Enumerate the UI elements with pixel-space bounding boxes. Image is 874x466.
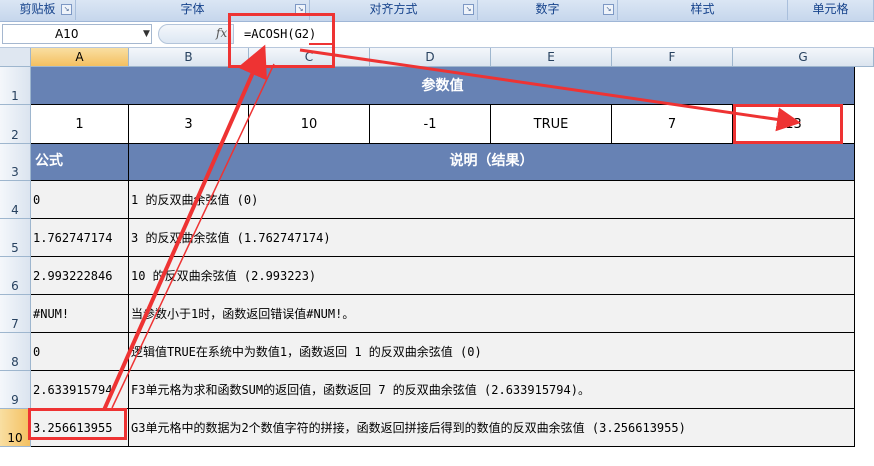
- chevron-down-icon[interactable]: ▼: [143, 29, 150, 39]
- column-header-a[interactable]: A: [31, 48, 129, 67]
- select-all-corner[interactable]: [0, 48, 31, 67]
- result-cell-a9[interactable]: 2.633915794: [31, 371, 129, 409]
- dialog-launcher-icon[interactable]: ↘: [463, 4, 474, 15]
- formula-highlight-box: [228, 13, 335, 68]
- row-header-9[interactable]: 9: [0, 371, 31, 409]
- row-header-3[interactable]: 3: [0, 144, 31, 181]
- result-cell-a5[interactable]: 1.762747174: [31, 219, 129, 257]
- ribbon-group-clipboard[interactable]: 剪贴板 ↘: [0, 0, 76, 20]
- ribbon-group-label: 样式: [690, 2, 715, 16]
- desc-cell-b9[interactable]: F3单元格为求和函数SUM的返回值，函数返回 7 的反双曲余弦值 (2.6339…: [129, 371, 855, 409]
- params-title-cell[interactable]: 参数值: [31, 67, 855, 105]
- ribbon-group-styles[interactable]: 样式: [618, 0, 788, 20]
- row-header-10[interactable]: 10: [0, 409, 31, 447]
- param-cell-f2[interactable]: 7: [612, 105, 733, 144]
- param-cell-c2[interactable]: 10: [249, 105, 370, 144]
- param-cell-a2[interactable]: 1: [31, 105, 129, 144]
- params-title: 参数值: [421, 78, 464, 94]
- ribbon-group-alignment[interactable]: 对齐方式 ↘: [310, 0, 478, 20]
- name-box[interactable]: A10: [2, 24, 152, 44]
- dialog-launcher-icon[interactable]: ↘: [61, 4, 72, 15]
- desc-cell-b10[interactable]: G3单元格中的数据为2个数值字符的拼接，函数返回拼接后得到的数值的反双曲余弦值 …: [129, 409, 855, 447]
- header-desc-cell[interactable]: 说明（结果）: [129, 144, 855, 181]
- ribbon: 剪贴板 ↘ 字体 ↘ 对齐方式 ↘ 数字 ↘ 样式 单元格: [0, 0, 874, 22]
- desc-cell-b6[interactable]: 10 的反双曲余弦值 (2.993223): [129, 257, 855, 295]
- row-header-7[interactable]: 7: [0, 295, 31, 333]
- ribbon-group-label: 单元格: [812, 2, 849, 16]
- header-formula-cell[interactable]: 公式: [31, 144, 129, 181]
- ribbon-group-label: 数字: [535, 2, 560, 16]
- column-header-e[interactable]: E: [491, 48, 612, 67]
- row-header-8[interactable]: 8: [0, 333, 31, 371]
- ribbon-group-label: 对齐方式: [369, 2, 418, 16]
- insert-function-icon[interactable]: fx: [216, 26, 227, 40]
- dialog-launcher-icon[interactable]: ↘: [603, 4, 614, 15]
- column-header-g[interactable]: G: [733, 48, 874, 67]
- ribbon-group-label: 字体: [180, 2, 205, 16]
- result-cell-a6[interactable]: 2.993222846: [31, 257, 129, 295]
- ribbon-group-label: 剪贴板: [19, 2, 56, 16]
- desc-cell-b4[interactable]: 1 的反双曲余弦值 (0): [129, 181, 855, 219]
- desc-cell-b7[interactable]: 当参数小于1时，函数返回错误值#NUM!。: [129, 295, 855, 333]
- param-cell-e2[interactable]: TRUE: [491, 105, 612, 144]
- result-cell-a7[interactable]: #NUM!: [31, 295, 129, 333]
- ribbon-group-cells[interactable]: 单元格: [788, 0, 874, 20]
- result-cell-a8[interactable]: 0: [31, 333, 129, 371]
- param-cell-d2[interactable]: -1: [370, 105, 491, 144]
- column-header-f[interactable]: F: [612, 48, 733, 67]
- row-header-2[interactable]: 2: [0, 105, 31, 144]
- g2-highlight-box: [733, 104, 843, 144]
- row-header-1[interactable]: 1: [0, 67, 31, 105]
- row-header-5[interactable]: 5: [0, 219, 31, 257]
- column-header-d[interactable]: D: [370, 48, 491, 67]
- row-header-6[interactable]: 6: [0, 257, 31, 295]
- ribbon-group-number[interactable]: 数字 ↘: [478, 0, 618, 20]
- result-cell-a4[interactable]: 0: [31, 181, 129, 219]
- param-cell-b2[interactable]: 3: [129, 105, 249, 144]
- a10-highlight-box: [28, 408, 127, 440]
- row-header-4[interactable]: 4: [0, 181, 31, 219]
- desc-cell-b5[interactable]: 3 的反双曲余弦值 (1.762747174): [129, 219, 855, 257]
- desc-cell-b8[interactable]: 逻辑值TRUE在系统中为数值1，函数返回 1 的反双曲余弦值 (0): [129, 333, 855, 371]
- formula-bar: A10: [0, 22, 874, 48]
